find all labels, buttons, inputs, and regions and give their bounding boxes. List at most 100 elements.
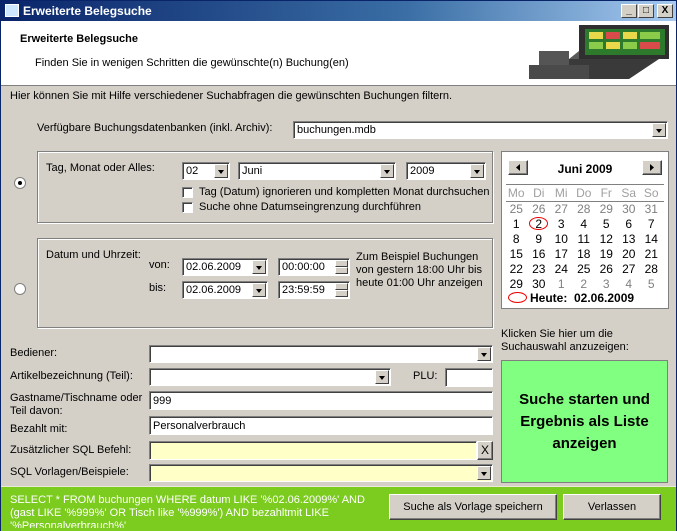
calendar-day[interactable]: 7 [640,217,663,232]
chevron-down-icon[interactable] [652,123,666,137]
calendar-day[interactable]: 25 [505,202,528,217]
header-subtitle: Finden Sie in wenigen Schritten die gewü… [35,57,349,69]
bediener-label: Bediener: [10,347,58,359]
calendar-day[interactable]: 4 [573,217,596,232]
calendar-day[interactable]: 4 [618,277,641,292]
calendar-day[interactable]: 29 [595,202,618,217]
calendar-day[interactable]: 2 [573,277,596,292]
leave-button[interactable]: Verlassen [563,494,661,520]
day-select[interactable]: 02 [182,162,230,180]
from-date-value: 02.06.2009 [186,261,242,273]
radio-day-month[interactable] [14,177,26,189]
calendar-day[interactable]: 17 [550,247,573,262]
chevron-down-icon[interactable] [252,260,266,274]
close-button[interactable]: X [657,4,673,18]
calendar-day-selected[interactable]: 2 [528,217,551,232]
calendar-day[interactable]: 27 [618,262,641,277]
from-date-picker[interactable]: 02.06.2009 [182,258,268,276]
footer-bar: SELECT * FROM buchungen WHERE datum LIKE… [1,487,676,531]
calendar-day[interactable]: 9 [528,232,551,247]
chevron-down-icon[interactable] [375,370,389,384]
calendar-day[interactable]: 8 [505,232,528,247]
calendar-day[interactable]: 29 [505,277,528,292]
day-value: 02 [186,165,199,177]
year-select[interactable]: 2009 [406,162,486,180]
minimize-button[interactable]: _ [621,4,637,18]
to-date-picker[interactable]: 02.06.2009 [182,281,268,299]
calendar-day[interactable]: 27 [550,202,573,217]
calendar-day[interactable]: 19 [595,247,618,262]
calendar-day[interactable]: 1 [505,217,528,232]
sql-input[interactable] [149,441,477,460]
bezahlt-label: Bezahlt mit: [10,423,68,435]
calendar-day[interactable]: 30 [528,277,551,292]
calendar-day[interactable]: 31 [640,202,663,217]
calendar-day[interactable]: 3 [595,277,618,292]
time-hint-line: heute 01:00 Uhr anzeigen [356,277,483,289]
chevron-down-icon[interactable] [252,283,266,297]
today-value[interactable]: 02.06.2009 [574,291,634,305]
calendar-day[interactable]: 16 [528,247,551,262]
calendar-day[interactable]: 18 [573,247,596,262]
chevron-down-icon[interactable] [380,164,394,178]
chevron-down-icon[interactable] [477,466,491,480]
calendar-day[interactable]: 10 [550,232,573,247]
maximize-button[interactable]: □ [638,4,654,18]
calendar-day[interactable]: 14 [640,232,663,247]
calendar-week: 22 23 24 25 26 27 28 [505,262,665,277]
gast-input[interactable]: 999 [149,391,493,410]
bezahlt-input[interactable]: Personalverbrauch [149,416,493,435]
save-template-button[interactable]: Suche als Vorlage speichern [389,494,557,520]
calendar-day[interactable]: 30 [618,202,641,217]
calendar-day[interactable]: 26 [595,262,618,277]
window-title: Erweiterte Belegsuche [23,4,152,18]
calendar-day[interactable]: 21 [640,247,663,262]
calendar-day[interactable]: 28 [640,262,663,277]
calendar-day[interactable]: 5 [640,277,663,292]
next-month-button[interactable] [642,160,662,175]
header-banner: Erweiterte Belegsuche Finden Sie in weni… [1,21,676,86]
calendar-day[interactable]: 24 [550,262,573,277]
no-date-checkbox[interactable] [182,202,193,213]
weekday-label: Mo [507,186,525,200]
bediener-select[interactable] [149,345,493,363]
today-label[interactable]: Heute: [530,291,567,305]
calendar-day[interactable]: 12 [595,232,618,247]
calendar-day[interactable]: 20 [618,247,641,262]
to-time-input[interactable]: 23:59:59 [278,281,350,299]
radio-date-time[interactable] [14,283,26,295]
calendar-day[interactable]: 26 [528,202,551,217]
database-select[interactable]: buchungen.mdb [293,121,668,139]
calendar-day[interactable]: 15 [505,247,528,262]
calendar-day[interactable]: 3 [550,217,573,232]
weekday-label: Mi [554,186,568,200]
ignore-day-checkbox[interactable] [182,187,193,198]
sql-label: Zusätzlicher SQL Befehl: [10,444,132,456]
month-calendar[interactable]: Juni 2009 Mo Di Mi Do Fr Sa So 25 26 27 [501,151,669,309]
date-time-label: Datum und Uhrzeit: [46,249,141,261]
vorlagen-select[interactable] [149,464,493,482]
calendar-day[interactable]: 5 [595,217,618,232]
plu-input[interactable] [445,368,493,387]
calendar-day[interactable]: 28 [573,202,596,217]
time-spinner[interactable] [335,260,348,274]
chevron-down-icon[interactable] [477,347,491,361]
bezahlt-value: Personalverbrauch [153,420,246,432]
calendar-day[interactable]: 13 [618,232,641,247]
calendar-day[interactable]: 1 [550,277,573,292]
calendar-day[interactable]: 25 [573,262,596,277]
calendar-day[interactable]: 11 [573,232,596,247]
start-search-button[interactable]: Suche starten und Ergebnis als Liste anz… [501,360,668,483]
from-time-input[interactable]: 00:00:00 [278,258,350,276]
chevron-down-icon[interactable] [470,164,484,178]
calendar-day[interactable]: 6 [618,217,641,232]
chevron-down-icon[interactable] [214,164,228,178]
calendar-day[interactable]: 22 [505,262,528,277]
time-spinner[interactable] [335,283,348,297]
day-month-label: Tag, Monat oder Alles: [46,162,155,174]
clear-sql-button[interactable]: X [477,441,493,460]
artikel-select[interactable] [149,368,391,386]
month-select[interactable]: Juni [238,162,396,180]
no-date-label: Suche ohne Datumseingrenzung durchführen [199,201,421,213]
calendar-day[interactable]: 23 [528,262,551,277]
